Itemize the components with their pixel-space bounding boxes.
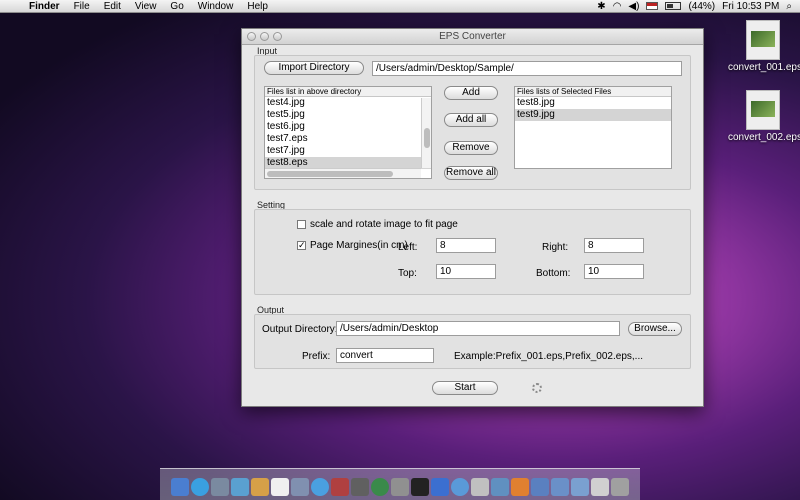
address-book-dock-icon[interactable] [251, 478, 269, 496]
progress-spinner-icon [532, 383, 542, 393]
safari-alt-dock-icon[interactable] [451, 478, 469, 496]
page-margins-checkbox[interactable]: ✓ [297, 241, 306, 250]
prefix-field[interactable]: convert [336, 348, 434, 363]
scroll-thumb[interactable] [424, 128, 430, 148]
add-all-button[interactable]: Add all [444, 113, 498, 127]
list-item-selected[interactable]: test9.jpg [515, 109, 671, 121]
preview-dock-icon[interactable] [291, 478, 309, 496]
left-margin-label: Left: [398, 242, 418, 253]
scroll-thumb[interactable] [267, 171, 393, 177]
desktop-file-label: convert_002.eps [728, 132, 800, 143]
close-window-button[interactable] [247, 32, 256, 41]
app-dock-icon[interactable] [491, 478, 509, 496]
start-button[interactable]: Start [432, 381, 498, 395]
input-source-flag-icon[interactable] [646, 2, 659, 10]
directory-files-list[interactable]: Files list in above directory test4.jpg … [264, 86, 432, 179]
list-item[interactable]: test6.jpg [265, 121, 431, 133]
bottom-margin-label: Bottom: [536, 268, 571, 279]
eps-file-icon [746, 20, 780, 60]
menu-bar: Finder File Edit View Go Window Help ✱ ◠… [0, 0, 800, 13]
spotlight-icon[interactable]: ⌕ [786, 1, 792, 12]
list-item[interactable]: test5.jpg [265, 109, 431, 121]
horizontal-scrollbar[interactable] [265, 168, 421, 178]
scale-rotate-checkbox[interactable] [297, 220, 306, 229]
list-item[interactable]: test7.jpg [265, 145, 431, 157]
ical-dock-icon[interactable] [271, 478, 289, 496]
eps-converter-window: EPS Converter Input Import Directory /Us… [241, 28, 704, 407]
prefix-label: Prefix: [302, 351, 331, 362]
stack-dock-icon[interactable] [591, 478, 609, 496]
remove-button[interactable]: Remove [444, 141, 498, 155]
desktop-file-convert-002[interactable]: convert_002.eps [728, 90, 800, 143]
directory-files-header: Files list in above directory [265, 87, 431, 97]
menu-clock[interactable]: Fri 10:53 PM [722, 1, 779, 12]
finder-dock-icon[interactable] [171, 478, 189, 496]
top-margin-field[interactable]: 10 [436, 264, 496, 279]
bottom-margin-field[interactable]: 10 [584, 264, 644, 279]
zoom-window-button[interactable] [273, 32, 282, 41]
system-preferences-dock-icon[interactable] [391, 478, 409, 496]
battery-percent: (44%) [688, 0, 716, 12]
add-button[interactable]: Add [444, 86, 498, 100]
right-margin-field[interactable]: 8 [584, 238, 644, 253]
desktop-file-convert-001[interactable]: convert_001.eps [728, 20, 800, 73]
window-title: EPS Converter [439, 31, 506, 42]
trash-dock-icon[interactable] [611, 478, 629, 496]
window-titlebar[interactable]: EPS Converter [242, 29, 703, 45]
scale-rotate-label: scale and rotate image to fit page [310, 219, 458, 230]
right-margin-label: Right: [542, 242, 569, 253]
menu-file[interactable]: File [67, 1, 97, 12]
menu-go[interactable]: Go [163, 1, 190, 12]
menu-help[interactable]: Help [240, 1, 275, 12]
menu-window[interactable]: Window [191, 1, 241, 12]
dvd-player-dock-icon[interactable] [351, 478, 369, 496]
bluetooth-icon[interactable]: ✱ [597, 1, 605, 12]
minimize-window-button[interactable] [260, 32, 269, 41]
left-margin-field[interactable]: 8 [436, 238, 496, 253]
desktop-file-label: convert_001.eps [728, 62, 800, 73]
menu-view[interactable]: View [128, 1, 164, 12]
vertical-scrollbar[interactable] [421, 98, 431, 168]
directory-path-field[interactable]: /Users/admin/Desktop/Sample/ [372, 61, 682, 76]
list-item[interactable]: test8.jpg [515, 97, 671, 109]
wifi-icon[interactable]: ◠ [613, 1, 622, 12]
output-directory-field[interactable]: /Users/admin/Desktop [336, 321, 620, 336]
safari-dock-icon[interactable] [191, 478, 209, 496]
remove-all-button[interactable]: Remove all [444, 166, 498, 180]
selected-files-header: Files lists of Selected Files [515, 87, 671, 97]
prefix-example-text: Example:Prefix_001.eps,Prefix_002.eps,..… [454, 351, 643, 362]
utility-dock-icon[interactable] [471, 478, 489, 496]
page-margins-label: Page Margines(in cm) [310, 240, 408, 251]
output-directory-label: Output Directory: [262, 324, 338, 335]
menu-finder[interactable]: Finder [22, 1, 67, 12]
dock [160, 468, 640, 500]
app-dock-icon[interactable] [511, 478, 529, 496]
photo-booth-dock-icon[interactable] [331, 478, 349, 496]
list-item[interactable]: test4.jpg [265, 97, 431, 109]
itunes-dock-icon[interactable] [311, 478, 329, 496]
list-item[interactable]: test7.eps [265, 133, 431, 145]
selected-files-list[interactable]: Files lists of Selected Files test8.jpg … [514, 86, 672, 169]
menu-edit[interactable]: Edit [97, 1, 128, 12]
import-directory-button[interactable]: Import Directory [264, 61, 364, 75]
top-margin-label: Top: [398, 268, 417, 279]
xcode-dock-icon[interactable] [431, 478, 449, 496]
applications-folder-dock-icon[interactable] [531, 478, 549, 496]
terminal-dock-icon[interactable] [411, 478, 429, 496]
ichat-dock-icon[interactable] [231, 478, 249, 496]
time-machine-dock-icon[interactable] [371, 478, 389, 496]
downloads-folder-dock-icon[interactable] [571, 478, 589, 496]
documents-folder-dock-icon[interactable] [551, 478, 569, 496]
volume-icon[interactable]: ◀) [628, 1, 639, 12]
mail-dock-icon[interactable] [211, 478, 229, 496]
browse-button[interactable]: Browse... [628, 322, 682, 336]
battery-icon[interactable] [665, 2, 682, 10]
eps-file-icon [746, 90, 780, 130]
